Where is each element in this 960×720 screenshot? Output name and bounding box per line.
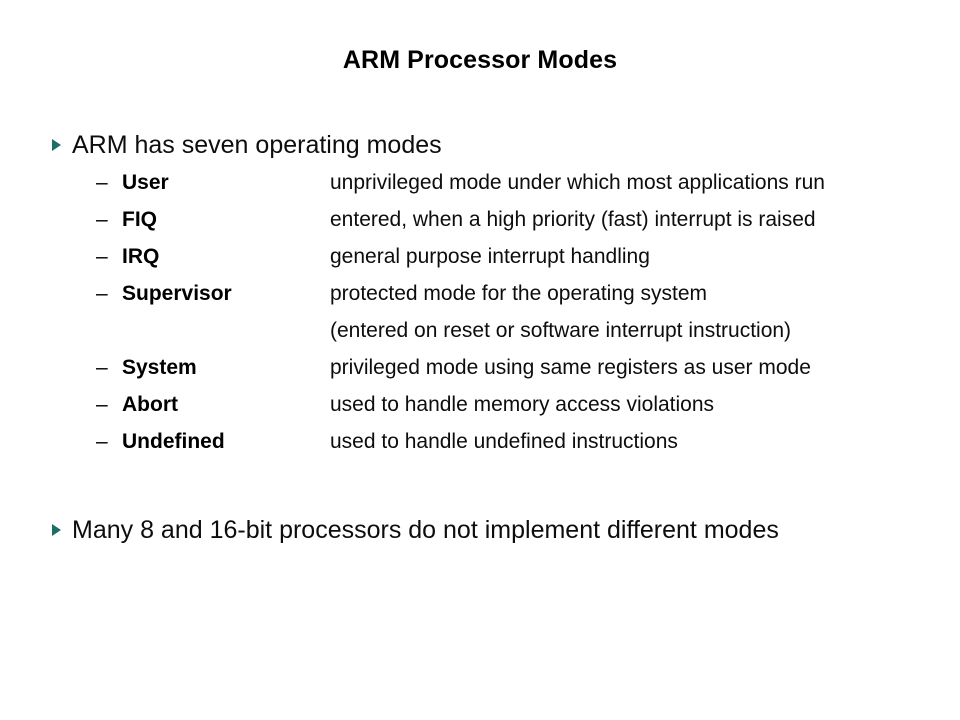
en-dash-icon: – xyxy=(96,282,108,305)
mode-name: Undefined xyxy=(122,430,225,453)
bullet-item-other-processors: Many 8 and 16-bit processors do not impl… xyxy=(0,513,960,547)
mode-name: IRQ xyxy=(122,245,160,268)
mode-row-system: – System privileged mode using same regi… xyxy=(0,353,960,390)
en-dash-icon: – xyxy=(96,430,108,453)
en-dash-icon: – xyxy=(96,208,108,231)
mode-row-abort: – Abort used to handle memory access vio… xyxy=(0,390,960,427)
bullet-item-operating-modes: ARM has seven operating modes xyxy=(0,128,960,162)
mode-description: unprivileged mode under which most appli… xyxy=(330,171,825,194)
en-dash-icon: – xyxy=(96,393,108,416)
en-dash-icon: – xyxy=(96,356,108,379)
mode-definition-list: – User unprivileged mode under which mos… xyxy=(0,168,960,464)
mode-name: Abort xyxy=(122,393,178,416)
triangle-bullet-icon xyxy=(52,524,61,536)
en-dash-icon: – xyxy=(96,171,108,194)
mode-description: used to handle undefined instructions xyxy=(330,430,678,453)
slide-canvas: ARM Processor Modes ARM has seven operat… xyxy=(0,0,960,720)
mode-name: System xyxy=(122,356,197,379)
mode-row-undefined: – Undefined used to handle undefined ins… xyxy=(0,427,960,464)
page-title: ARM Processor Modes xyxy=(342,46,618,74)
mode-row-supervisor-continuation: (entered on reset or software interrupt … xyxy=(0,316,960,353)
mode-description-continued: (entered on reset or software interrupt … xyxy=(330,319,792,342)
mode-description: entered, when a high priority (fast) int… xyxy=(330,208,816,231)
slide-body: ARM has seven operating modes – User unp… xyxy=(0,128,960,547)
mode-name: Supervisor xyxy=(122,282,232,305)
mode-row-user: – User unprivileged mode under which mos… xyxy=(0,168,960,205)
mode-name: FIQ xyxy=(122,208,157,231)
mode-row-irq: – IRQ general purpose interrupt handling xyxy=(0,242,960,279)
triangle-bullet-icon xyxy=(52,139,61,151)
mode-description: privileged mode using same registers as … xyxy=(330,356,811,379)
mode-description: general purpose interrupt handling xyxy=(330,245,650,268)
mode-name: User xyxy=(122,171,169,194)
mode-description: used to handle memory access violations xyxy=(330,393,715,416)
mode-row-fiq: – FIQ entered, when a high priority (fas… xyxy=(0,205,960,242)
bullet-label-other-processors: Many 8 and 16-bit processors do not impl… xyxy=(72,516,779,544)
mode-row-supervisor: – Supervisor protected mode for the oper… xyxy=(0,279,960,316)
bullet-label-operating-modes: ARM has seven operating modes xyxy=(72,131,442,159)
mode-description: protected mode for the operating system xyxy=(330,282,708,305)
en-dash-icon: – xyxy=(96,245,108,268)
